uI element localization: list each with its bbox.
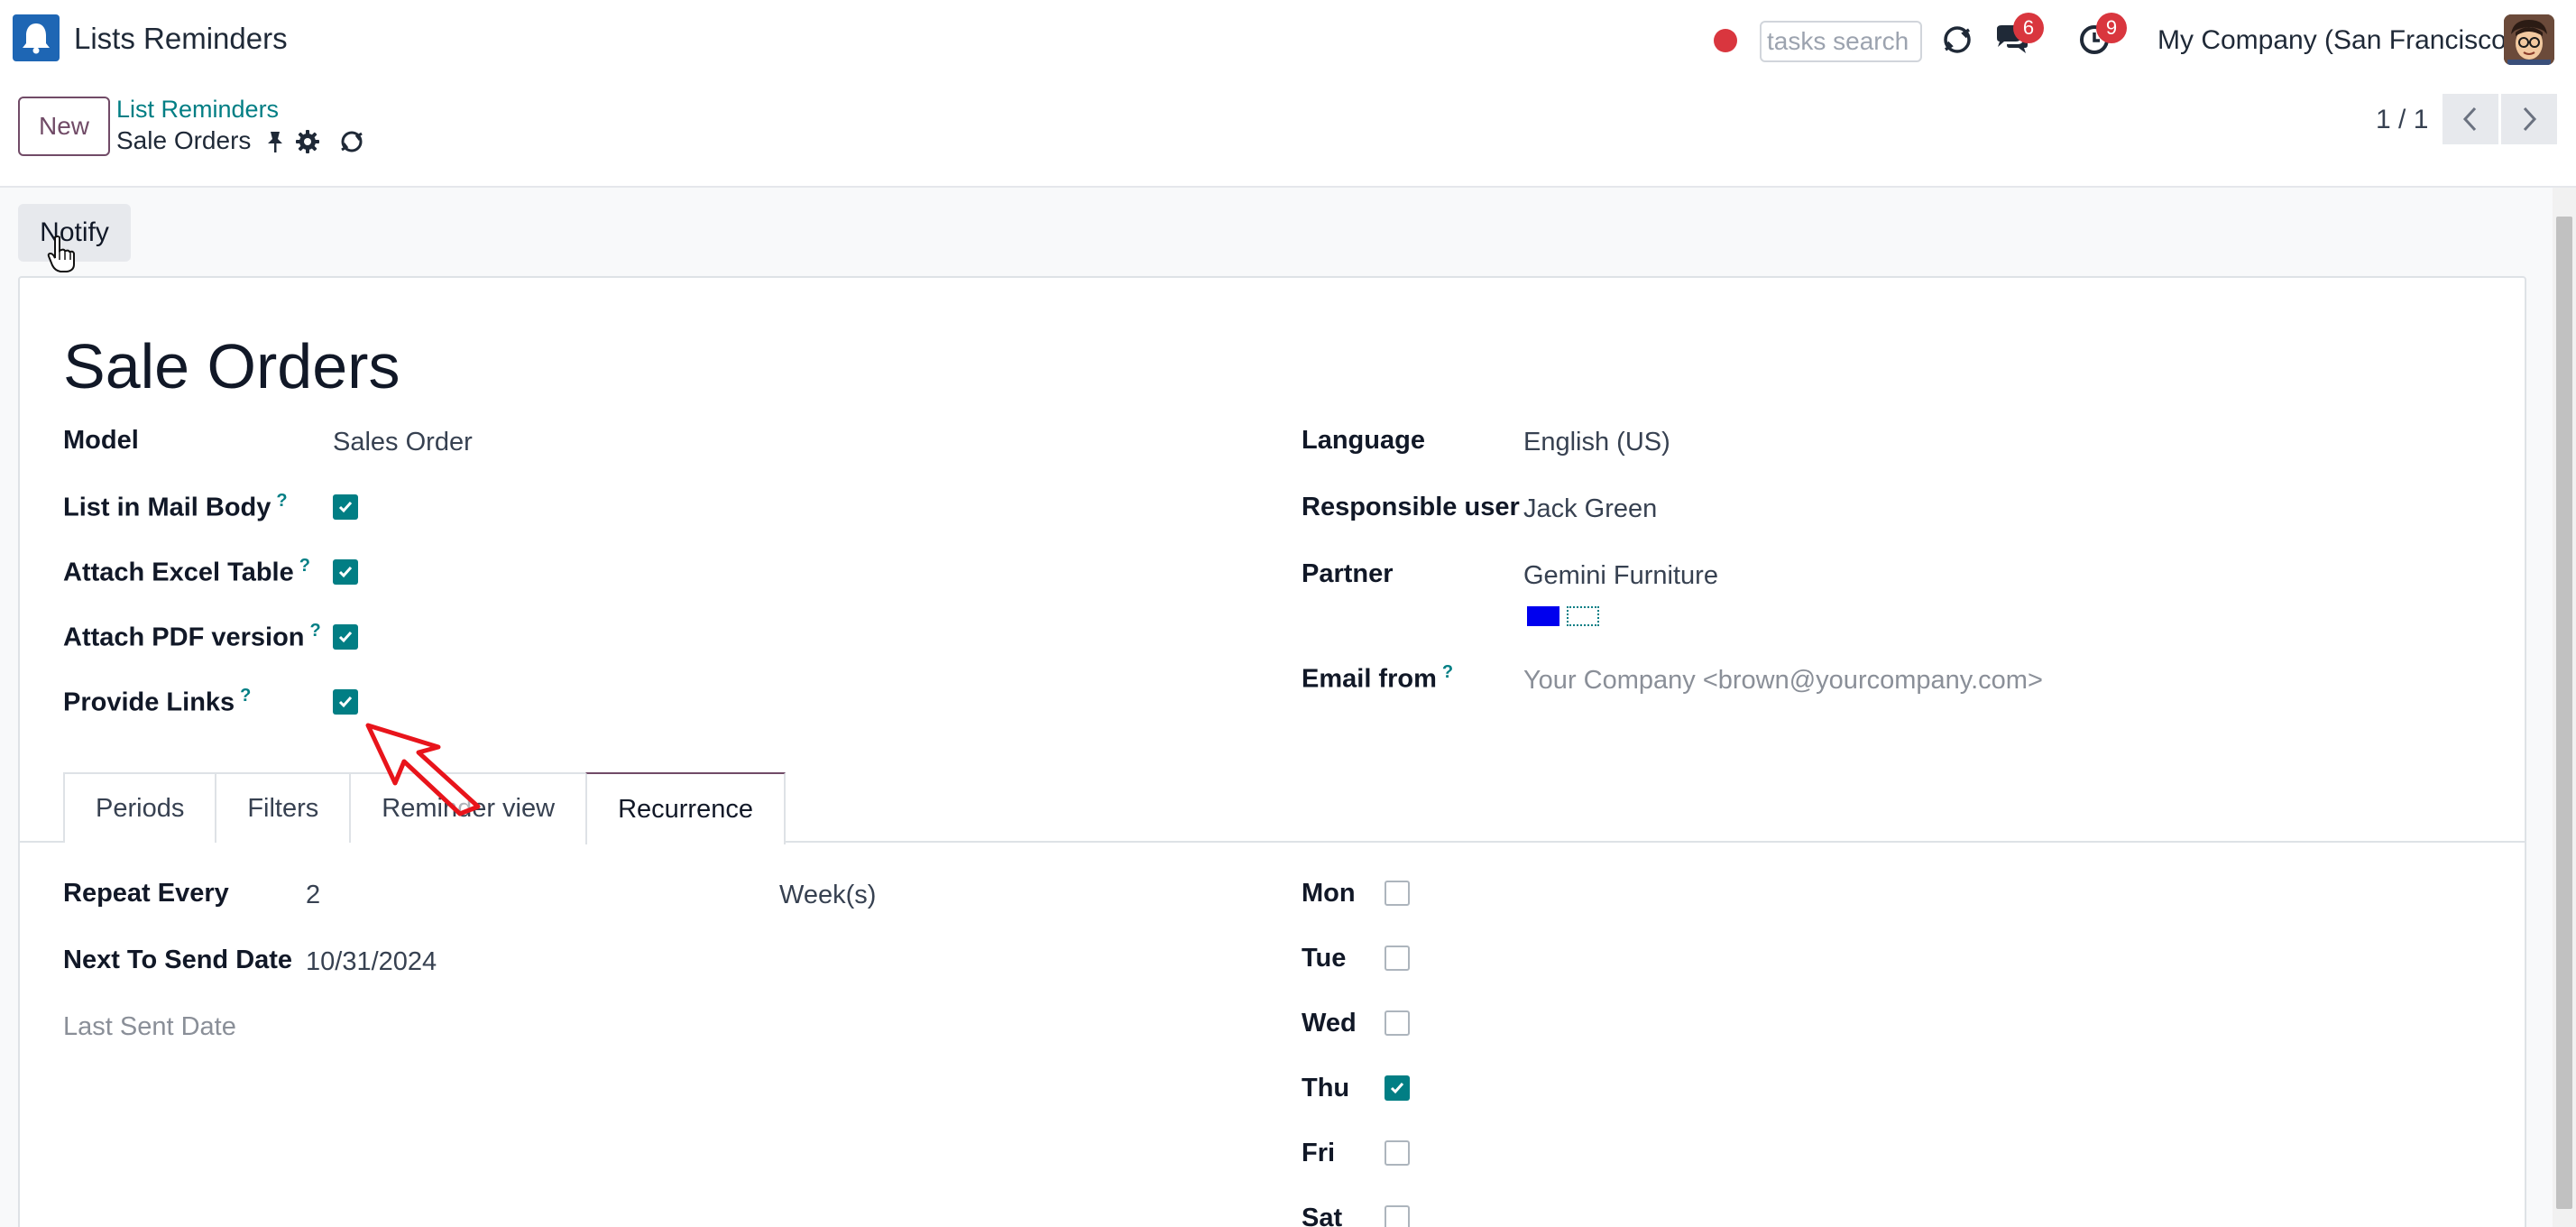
vertical-scrollbar[interactable]: [2553, 188, 2576, 1227]
record-dot-icon[interactable]: [1714, 29, 1737, 52]
last-sent-date-label: Last Sent Date: [63, 1012, 236, 1041]
weekday-label-mon: Mon: [1302, 879, 1356, 908]
list-in-mail-body-label: List in Mail Body?: [63, 491, 288, 523]
provide-links-checkbox[interactable]: [333, 689, 358, 715]
help-tooltip-icon[interactable]: ?: [310, 621, 321, 641]
model-label: Model: [63, 426, 139, 455]
provide-links-label: Provide Links?: [63, 686, 251, 718]
bell-icon[interactable]: [13, 14, 60, 61]
clock-icon[interactable]: 9: [2075, 13, 2127, 60]
partner-value[interactable]: Gemini Furniture: [1523, 561, 1718, 591]
weekday-label-thu: Thu: [1302, 1074, 1350, 1102]
help-tooltip-icon[interactable]: ?: [240, 686, 251, 706]
next-send-date-value[interactable]: 10/31/2024: [306, 947, 437, 977]
help-tooltip-icon[interactable]: ?: [276, 491, 287, 511]
chevron-left-icon[interactable]: [2443, 94, 2498, 144]
email-from-label-text: Email from: [1302, 664, 1437, 694]
weekday-checkbox-tue[interactable]: [1385, 946, 1410, 971]
company-switcher[interactable]: My Company (San Francisco): [2157, 25, 2516, 56]
check-icon: [338, 567, 353, 578]
pin-icon[interactable]: [262, 128, 289, 155]
attach-excel-label: Attach Excel Table?: [63, 556, 310, 588]
help-tooltip-icon[interactable]: ?: [1442, 662, 1453, 682]
attach-pdf-label-text: Attach PDF version: [63, 623, 305, 652]
provide-links-label-text: Provide Links: [63, 687, 235, 717]
repeat-every-label: Repeat Every: [63, 879, 229, 908]
chevron-right-icon[interactable]: [2501, 94, 2557, 144]
check-icon: [1390, 1083, 1404, 1094]
repeat-every-value[interactable]: 2: [306, 881, 320, 910]
check-icon: [338, 632, 353, 643]
app-title: Lists Reminders: [74, 22, 288, 55]
tasks-search-input[interactable]: [1760, 21, 1922, 62]
check-icon: [338, 697, 353, 708]
breadcrumb-current: Sale Orders: [116, 126, 252, 154]
hand-cursor-icon: [47, 235, 75, 272]
breadcrumb-parent-link[interactable]: List Reminders: [116, 96, 279, 124]
list-in-mail-body-checkbox[interactable]: [333, 494, 358, 520]
weekday-checkbox-fri[interactable]: [1385, 1140, 1410, 1166]
responsible-user-label: Responsible user: [1302, 493, 1520, 521]
repeat-unit-select[interactable]: Week(s): [779, 881, 876, 910]
attach-pdf-checkbox[interactable]: [333, 624, 358, 650]
new-button[interactable]: New: [18, 97, 110, 156]
record-title[interactable]: Sale Orders: [63, 330, 400, 402]
weekday-checkbox-sat[interactable]: [1385, 1205, 1410, 1227]
form-sheet: Sale Orders Model Sales Order List in Ma…: [18, 276, 2526, 1227]
weekday-checkbox-wed[interactable]: [1385, 1010, 1410, 1036]
partner-label: Partner: [1302, 559, 1394, 588]
next-send-date-label: Next To Send Date: [63, 946, 293, 974]
weekday-label-sat: Sat: [1302, 1204, 1343, 1227]
email-from-input[interactable]: Your Company <brown@yourcompany.com>: [1523, 666, 2043, 696]
control-panel: New List Reminders Sale Orders 1 / 1: [0, 81, 2576, 188]
activities-badge: 9: [2096, 13, 2127, 43]
tab-periods[interactable]: Periods: [63, 772, 217, 843]
weekday-checkbox-thu[interactable]: [1385, 1075, 1410, 1101]
email-from-label: Email from?: [1302, 662, 1453, 695]
messages-badge: 6: [2013, 13, 2044, 43]
tab-filters[interactable]: Filters: [215, 772, 352, 843]
chat-icon[interactable]: 6: [1992, 13, 2044, 60]
responsible-user-value[interactable]: Jack Green: [1523, 494, 1657, 524]
avatar[interactable]: [2504, 14, 2554, 65]
weekday-checkbox-mon[interactable]: [1385, 881, 1410, 906]
help-tooltip-icon[interactable]: ?: [299, 556, 310, 576]
language-label: Language: [1302, 426, 1425, 455]
partner-tag-placeholder[interactable]: [1567, 606, 1599, 626]
attach-excel-label-text: Attach Excel Table: [63, 558, 294, 587]
list-in-mail-body-label-text: List in Mail Body: [63, 493, 271, 522]
attach-pdf-label: Attach PDF version?: [63, 621, 321, 653]
tab-recurrence[interactable]: Recurrence: [585, 772, 786, 844]
pager-value[interactable]: 1 / 1: [2376, 105, 2428, 135]
partner-color-tag[interactable]: [1527, 606, 1559, 626]
attach-excel-checkbox[interactable]: [333, 559, 358, 585]
arrow-annotation: [365, 723, 481, 816]
refresh-icon[interactable]: [338, 128, 365, 155]
weekday-label-tue: Tue: [1302, 944, 1347, 973]
weekday-label-wed: Wed: [1302, 1009, 1357, 1038]
model-value: Sales Order: [333, 428, 473, 457]
top-navbar: Lists Reminders 6 9 My Company (San Fran…: [0, 0, 2576, 81]
check-icon: [338, 502, 353, 513]
language-value[interactable]: English (US): [1523, 428, 1670, 457]
weekday-label-fri: Fri: [1302, 1139, 1336, 1167]
refresh-icon[interactable]: [1937, 20, 1977, 60]
gear-icon[interactable]: [294, 128, 321, 155]
form-view: Notify Sale Orders Model Sales Order Lis…: [0, 188, 2553, 1227]
scrollbar-thumb[interactable]: [2556, 217, 2572, 1209]
